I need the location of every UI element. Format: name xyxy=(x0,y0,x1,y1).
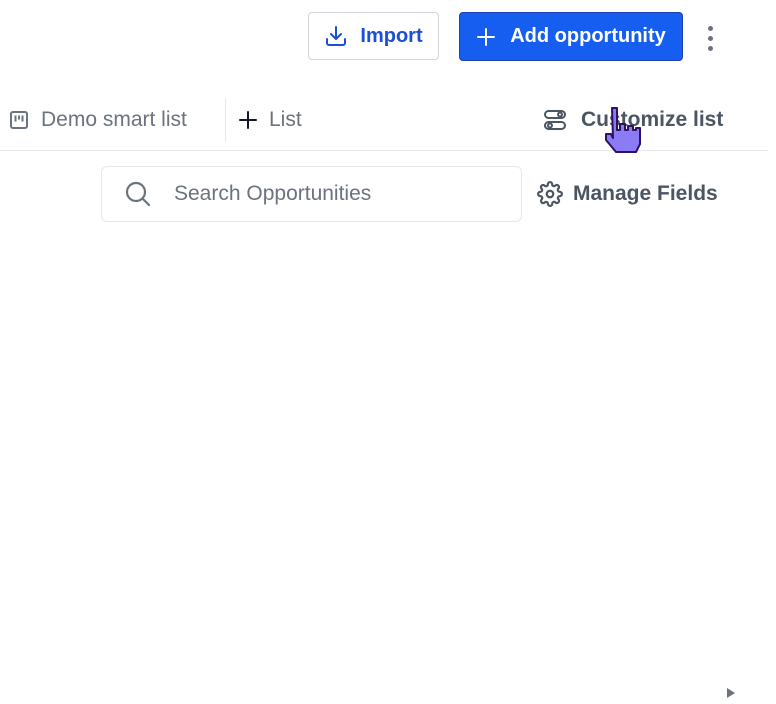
toggle-settings-icon xyxy=(543,108,567,132)
plus-icon xyxy=(239,111,257,129)
manage-fields-label: Manage Fields xyxy=(573,182,718,205)
import-button-label: Import xyxy=(360,24,423,47)
search-icon xyxy=(124,180,152,208)
manage-fields-button[interactable]: Manage Fields xyxy=(537,174,718,214)
tab-demo-smart-list[interactable]: Demo smart list xyxy=(9,100,187,140)
board-icon xyxy=(9,110,29,130)
add-opportunity-button[interactable]: Add opportunity xyxy=(459,12,683,61)
search-input[interactable] xyxy=(172,181,496,207)
hand-cursor-icon xyxy=(598,106,642,158)
import-button[interactable]: Import xyxy=(308,12,439,60)
download-icon xyxy=(324,24,348,48)
add-opportunity-label: Add opportunity xyxy=(510,25,666,47)
tab-demo-smart-list-label: Demo smart list xyxy=(41,108,187,131)
add-list-tab[interactable]: List xyxy=(239,100,302,140)
more-options-icon[interactable] xyxy=(700,22,720,54)
caret-right-icon xyxy=(726,686,736,698)
plus-icon xyxy=(476,27,496,47)
add-list-label: List xyxy=(269,108,302,131)
gear-icon xyxy=(537,181,563,207)
tab-divider xyxy=(225,98,226,142)
header-divider xyxy=(0,150,768,151)
search-box[interactable] xyxy=(101,166,522,222)
